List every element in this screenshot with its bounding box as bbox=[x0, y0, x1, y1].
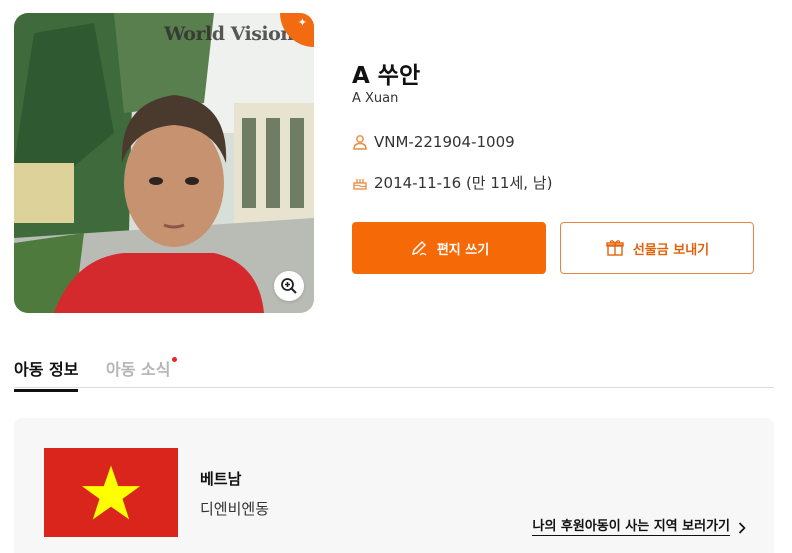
tab-child-news-label: 아동 소식 bbox=[106, 360, 171, 379]
child-name-english: A Xuan bbox=[352, 91, 399, 106]
sparkle-icon: ✦ bbox=[297, 16, 307, 29]
child-id-row: VNM-221904-1009 bbox=[352, 133, 515, 151]
pen-icon bbox=[411, 241, 427, 256]
vietnam-flag bbox=[44, 448, 178, 537]
child-name: A 쑤안 bbox=[352, 63, 421, 89]
tab-bar: 아동 정보 아동 소식 bbox=[14, 353, 774, 392]
flag-star-icon bbox=[81, 465, 141, 520]
world-vision-logo: World Vision bbox=[164, 23, 294, 45]
tab-child-news[interactable]: 아동 소식 bbox=[106, 356, 178, 380]
write-letter-button[interactable]: 편지 쓰기 bbox=[352, 222, 546, 274]
location-card: 베트남 디엔비엔동 나의 후원아동이 사는 지역 보러가기 bbox=[14, 418, 774, 553]
gift-icon bbox=[606, 240, 624, 256]
view-region-link[interactable]: 나의 후원아동이 사는 지역 보러가기 bbox=[532, 519, 746, 536]
send-gift-button[interactable]: 선물금 보내기 bbox=[560, 222, 754, 274]
child-photo[interactable]: World Vision ✦ bbox=[14, 13, 314, 313]
chevron-right-icon bbox=[738, 521, 746, 534]
new-badge-dot bbox=[172, 357, 178, 362]
zoom-in-icon bbox=[281, 278, 297, 294]
child-photo-image bbox=[14, 13, 314, 313]
country-name: 베트남 bbox=[200, 470, 242, 488]
child-birth-row: 2014-11-16 (만 11세, 남) bbox=[352, 172, 552, 193]
child-birth: 2014-11-16 (만 11세, 남) bbox=[374, 174, 553, 192]
cake-icon bbox=[353, 178, 367, 190]
person-icon bbox=[353, 135, 367, 150]
region-name: 디엔비엔동 bbox=[200, 500, 270, 518]
view-region-link-label: 나의 후원아동이 사는 지역 보러가기 bbox=[532, 519, 730, 536]
child-id: VNM-221904-1009 bbox=[374, 133, 515, 151]
zoom-button[interactable] bbox=[274, 271, 304, 301]
write-letter-label: 편지 쓰기 bbox=[436, 242, 490, 258]
send-gift-label: 선물금 보내기 bbox=[632, 242, 710, 258]
tab-child-info[interactable]: 아동 정보 bbox=[14, 356, 79, 392]
